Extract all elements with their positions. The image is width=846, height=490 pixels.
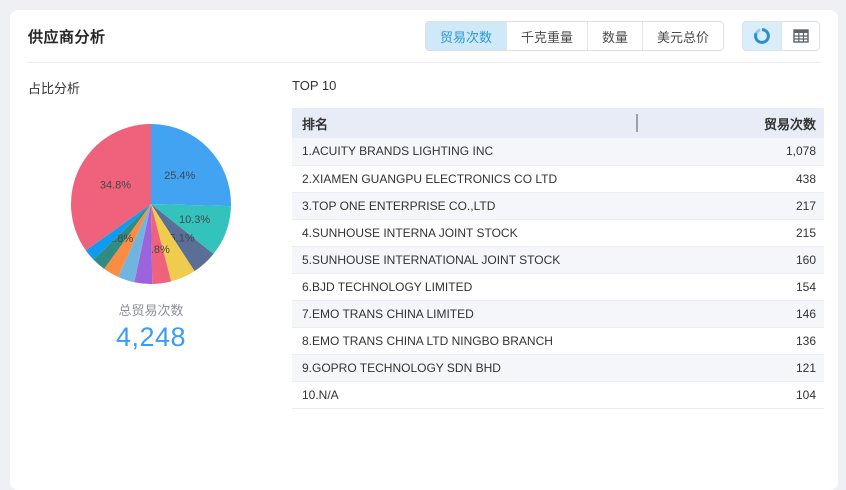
table-row[interactable]: 2.XIAMEN GUANGPU ELECTRONICS CO LTD438 <box>292 165 824 192</box>
pie-slice-label: 34.8% <box>100 180 131 192</box>
pie-chart: 25.4%10.3%5.1%3.8%2.8%34.8% <box>10 103 292 298</box>
pie-chart-svg: 25.4%10.3%5.1%3.8%2.8%34.8% <box>10 103 292 293</box>
supplier-name-cell: 10.N/A <box>292 381 638 408</box>
proportion-panel-title: 占比分析 <box>10 78 292 97</box>
tab-1[interactable]: 千克重量 <box>506 22 587 50</box>
trade-count-cell: 104 <box>638 381 824 408</box>
tab-2[interactable]: 数量 <box>587 22 642 50</box>
table-row[interactable]: 7.EMO TRANS CHINA LIMITED146 <box>292 300 824 327</box>
supplier-name-cell: 2.XIAMEN GUANGPU ELECTRONICS CO LTD <box>292 165 638 192</box>
proportion-panel: 占比分析 25.4%10.3%5.1%3.8%2.8%34.8% 总贸易次数 4… <box>10 63 292 409</box>
supplier-name-cell: 3.TOP ONE ENTERPRISE CO.,LTD <box>292 192 638 219</box>
total-trades-value: 4,248 <box>10 322 292 353</box>
chart-view-button[interactable] <box>743 22 781 50</box>
metric-tab-group: 贸易次数千克重量数量美元总价 <box>425 21 724 51</box>
trade-count-cell: 146 <box>638 300 824 327</box>
trade-count-cell: 121 <box>638 354 824 381</box>
top10-table: 排名 贸易次数 1.ACUITY BRANDS LIGHTING INC1,07… <box>292 108 824 409</box>
supplier-name-cell: 1.ACUITY BRANDS LIGHTING INC <box>292 138 638 165</box>
trade-count-cell: 154 <box>638 273 824 300</box>
rank-column-header: 排名 <box>292 108 638 138</box>
table-row[interactable]: 5.SUNHOUSE INTERNATIONAL JOINT STOCK160 <box>292 246 824 273</box>
card-header: 供应商分析 贸易次数千克重量数量美元总价 <box>10 10 838 62</box>
table-row[interactable]: 10.N/A104 <box>292 381 824 408</box>
supplier-name-cell: 5.SUNHOUSE INTERNATIONAL JOINT STOCK <box>292 246 638 273</box>
tab-0[interactable]: 贸易次数 <box>426 22 506 50</box>
pie-slice-label: 10.3% <box>179 214 210 226</box>
header-controls: 贸易次数千克重量数量美元总价 <box>425 21 820 51</box>
supplier-name-cell: 6.BJD TECHNOLOGY LIMITED <box>292 273 638 300</box>
pie-slice[interactable] <box>151 124 231 206</box>
supplier-name-cell: 4.SUNHOUSE INTERNA JOINT STOCK <box>292 219 638 246</box>
table-icon <box>793 29 809 43</box>
table-row[interactable]: 8.EMO TRANS CHINA LTD NINGBO BRANCH136 <box>292 327 824 354</box>
trade-count-cell: 438 <box>638 165 824 192</box>
top10-panel: TOP 10 排名 贸易次数 1.ACUITY BRANDS LIGHTING … <box>292 63 838 409</box>
table-row[interactable]: 1.ACUITY BRANDS LIGHTING INC1,078 <box>292 138 824 165</box>
supplier-analysis-card: 供应商分析 贸易次数千克重量数量美元总价 占比分析 25.4%10.3%5.1%… <box>10 10 838 490</box>
table-row[interactable]: 3.TOP ONE ENTERPRISE CO.,LTD217 <box>292 192 824 219</box>
card-content: 占比分析 25.4%10.3%5.1%3.8%2.8%34.8% 总贸易次数 4… <box>10 63 838 409</box>
pie-slice-label: 25.4% <box>164 170 195 182</box>
trade-count-cell: 1,078 <box>638 138 824 165</box>
page-title: 供应商分析 <box>28 26 106 47</box>
table-row[interactable]: 6.BJD TECHNOLOGY LIMITED154 <box>292 273 824 300</box>
trade-count-cell: 160 <box>638 246 824 273</box>
donut-chart-icon <box>754 28 770 44</box>
trade-count-cell: 217 <box>638 192 824 219</box>
trade-count-cell: 136 <box>638 327 824 354</box>
table-row[interactable]: 4.SUNHOUSE INTERNA JOINT STOCK215 <box>292 219 824 246</box>
view-toggle-group <box>742 21 820 51</box>
table-row[interactable]: 9.GOPRO TECHNOLOGY SDN BHD121 <box>292 354 824 381</box>
table-view-button[interactable] <box>781 22 819 50</box>
supplier-name-cell: 7.EMO TRANS CHINA LIMITED <box>292 300 638 327</box>
total-trades-label: 总贸易次数 <box>10 300 292 319</box>
rank-column-label: 排名 <box>302 117 328 132</box>
trade-count-cell: 215 <box>638 219 824 246</box>
supplier-name-cell: 9.GOPRO TECHNOLOGY SDN BHD <box>292 354 638 381</box>
supplier-name-cell: 8.EMO TRANS CHINA LTD NINGBO BRANCH <box>292 327 638 354</box>
table-header: 排名 贸易次数 <box>292 108 824 138</box>
top10-title: TOP 10 <box>292 78 824 93</box>
metric-column-header: 贸易次数 <box>638 108 824 138</box>
tab-3[interactable]: 美元总价 <box>642 22 723 50</box>
